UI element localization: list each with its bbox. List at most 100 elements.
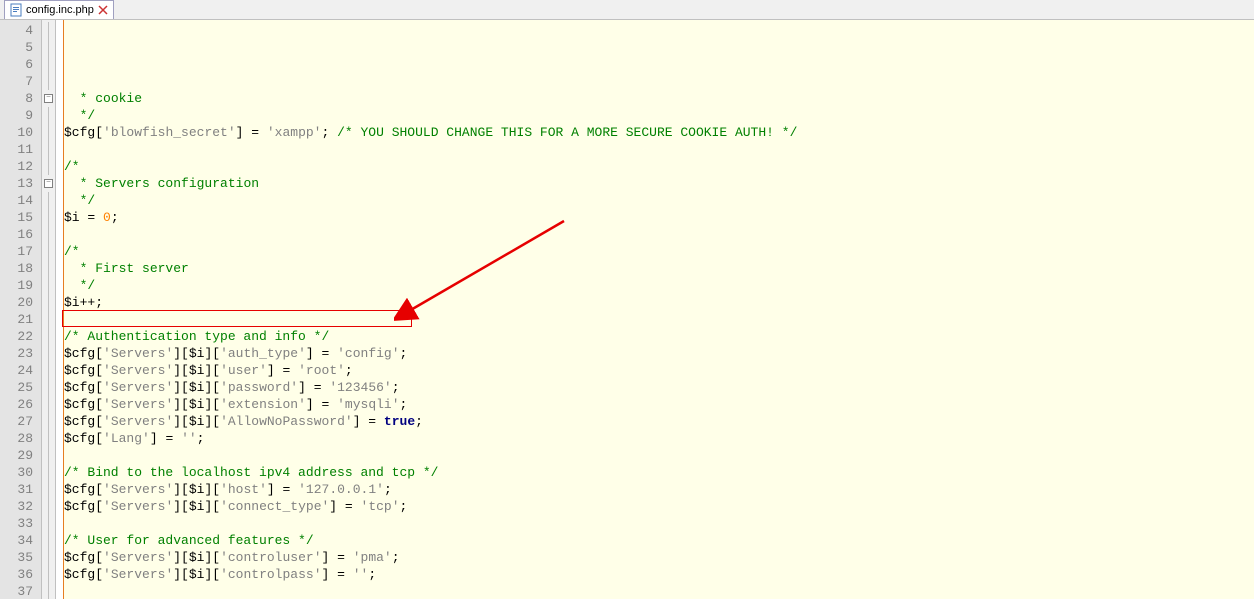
line-number: 10 [0, 124, 33, 141]
line-number: 29 [0, 447, 33, 464]
line-number: 31 [0, 481, 33, 498]
line-number: 35 [0, 549, 33, 566]
line-number: 8 [0, 90, 33, 107]
code-line[interactable]: * First server [64, 260, 1254, 277]
fold-cell[interactable]: − [42, 90, 55, 107]
line-number: 4 [0, 22, 33, 39]
line-number: 11 [0, 141, 33, 158]
tab-label: config.inc.php [26, 4, 94, 16]
fold-cell [42, 531, 55, 548]
line-number: 12 [0, 158, 33, 175]
code-line[interactable]: $cfg['Servers'][$i]['auth_type'] = 'conf… [64, 345, 1254, 362]
code-line[interactable] [64, 447, 1254, 464]
code-line[interactable]: $i++; [64, 294, 1254, 311]
fold-cell [42, 514, 55, 531]
fold-cell [42, 361, 55, 378]
fold-cell [42, 243, 55, 260]
fold-toggle-icon[interactable]: − [44, 179, 53, 188]
code-line[interactable]: /* Authentication type and info */ [64, 328, 1254, 345]
code-area[interactable]: * cookie */$cfg['blowfish_secret'] = 'xa… [64, 20, 1254, 599]
fold-cell [42, 294, 55, 311]
code-line[interactable]: */ [64, 107, 1254, 124]
code-line[interactable]: $i = 0; [64, 209, 1254, 226]
line-number: 13 [0, 175, 33, 192]
fold-cell [42, 395, 55, 412]
code-line[interactable]: $cfg['Servers'][$i]['controlpass'] = ''; [64, 566, 1254, 583]
code-line[interactable]: */ [64, 192, 1254, 209]
fold-cell [42, 226, 55, 243]
fold-cell [42, 277, 55, 294]
line-number: 20 [0, 294, 33, 311]
fold-cell [42, 378, 55, 395]
fold-cell [42, 22, 55, 39]
code-line[interactable]: $cfg['blowfish_secret'] = 'xampp'; /* YO… [64, 124, 1254, 141]
line-number: 32 [0, 498, 33, 515]
fold-cell [42, 327, 55, 344]
line-number: 18 [0, 260, 33, 277]
code-line[interactable]: $cfg['Servers'][$i]['AllowNoPassword'] =… [64, 413, 1254, 430]
line-number: 21 [0, 311, 33, 328]
code-line[interactable]: * Servers configuration [64, 175, 1254, 192]
code-line[interactable]: $cfg['Servers'][$i]['password'] = '12345… [64, 379, 1254, 396]
line-number: 30 [0, 464, 33, 481]
code-line[interactable]: */ [64, 277, 1254, 294]
fold-cell [42, 141, 55, 158]
fold-cell [42, 260, 55, 277]
line-number: 7 [0, 73, 33, 90]
fold-cell [42, 412, 55, 429]
fold-cell [42, 56, 55, 73]
line-number: 24 [0, 362, 33, 379]
tab-bar: config.inc.php [0, 0, 1254, 20]
fold-cell [42, 344, 55, 361]
line-number: 27 [0, 413, 33, 430]
line-number: 16 [0, 226, 33, 243]
code-line[interactable]: $cfg['Servers'][$i]['connect_type'] = 't… [64, 498, 1254, 515]
fold-cell [42, 158, 55, 175]
code-line[interactable]: $cfg['Servers'][$i]['host'] = '127.0.0.1… [64, 481, 1254, 498]
line-number: 19 [0, 277, 33, 294]
fold-cell [42, 192, 55, 209]
fold-column: −− [42, 20, 56, 599]
fold-cell [42, 463, 55, 480]
code-line[interactable] [64, 226, 1254, 243]
line-number-gutter: 4567891011121314151617181920212223242526… [0, 20, 42, 599]
line-number: 26 [0, 396, 33, 413]
fold-cell [42, 497, 55, 514]
fold-cell [42, 124, 55, 141]
code-line[interactable]: /* Bind to the localhost ipv4 address an… [64, 464, 1254, 481]
code-line[interactable] [64, 583, 1254, 599]
code-line[interactable] [64, 141, 1254, 158]
line-number: 14 [0, 192, 33, 209]
code-line[interactable]: /* User for advanced features */ [64, 532, 1254, 549]
tab-config-inc-php[interactable]: config.inc.php [4, 0, 114, 19]
highlight-box [62, 310, 412, 327]
fold-cell [42, 209, 55, 226]
line-number: 37 [0, 583, 33, 599]
line-number: 17 [0, 243, 33, 260]
fold-cell [42, 39, 55, 56]
line-number: 23 [0, 345, 33, 362]
code-line[interactable]: /* [64, 243, 1254, 260]
fold-toggle-icon[interactable]: − [44, 94, 53, 103]
fold-cell[interactable]: − [42, 175, 55, 192]
code-line[interactable]: $cfg['Servers'][$i]['extension'] = 'mysq… [64, 396, 1254, 413]
fold-cell [42, 446, 55, 463]
code-line[interactable]: /* [64, 158, 1254, 175]
close-icon[interactable] [97, 4, 109, 16]
fold-cell [42, 429, 55, 446]
code-line[interactable]: $cfg['Lang'] = ''; [64, 430, 1254, 447]
fold-cell [42, 480, 55, 497]
line-number: 25 [0, 379, 33, 396]
code-line[interactable]: $cfg['Servers'][$i]['controluser'] = 'pm… [64, 549, 1254, 566]
line-number: 28 [0, 430, 33, 447]
file-icon [9, 3, 23, 17]
code-line[interactable] [64, 515, 1254, 532]
code-line[interactable]: * cookie [64, 90, 1254, 107]
line-number: 22 [0, 328, 33, 345]
code-line[interactable]: $cfg['Servers'][$i]['user'] = 'root'; [64, 362, 1254, 379]
editor-area[interactable]: 4567891011121314151617181920212223242526… [0, 20, 1254, 599]
fold-cell [42, 548, 55, 565]
line-number: 36 [0, 566, 33, 583]
line-number: 9 [0, 107, 33, 124]
line-number: 34 [0, 532, 33, 549]
